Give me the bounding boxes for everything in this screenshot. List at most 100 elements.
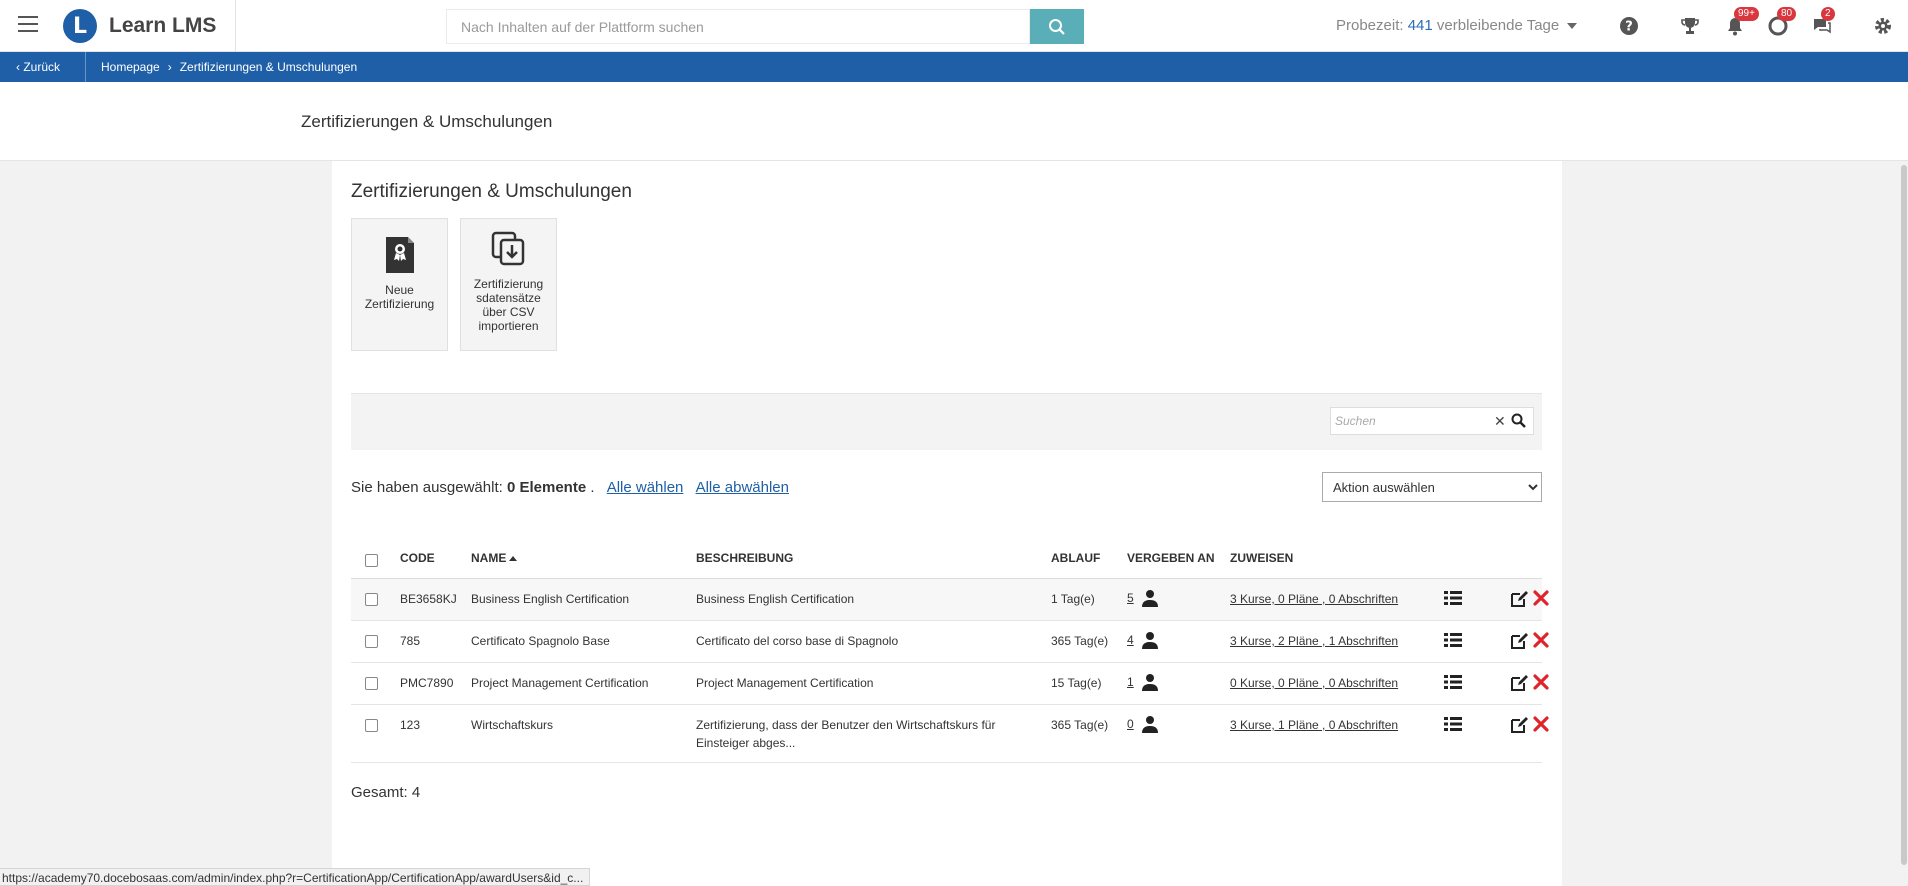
breadcrumb-current: Zertifizierungen & Umschulungen bbox=[179, 60, 358, 74]
cell-description: Certificato del corso base di Spagnolo bbox=[696, 634, 899, 648]
cell-assign: 3 Kurse, 1 Pläne , 0 Abschriften bbox=[1230, 718, 1398, 732]
cell-expiry: 365 Tag(e) bbox=[1051, 634, 1109, 648]
col-awarded: VERGEBEN AN bbox=[1127, 551, 1215, 565]
table-header: CODE NAME BESCHREIBUNG ABLAUF VERGEBEN A… bbox=[351, 539, 1542, 579]
assign-link[interactable]: 3 Kurse, 2 Pläne , 1 Abschriften bbox=[1230, 634, 1398, 648]
col-name-label: NAME bbox=[471, 551, 507, 565]
assign-link[interactable]: 0 Kurse, 0 Pläne , 0 Abschriften bbox=[1230, 676, 1398, 690]
chat-badge: 2 bbox=[1821, 7, 1835, 21]
gear-icon[interactable] bbox=[1872, 15, 1894, 37]
awarded-count-link[interactable]: 5 bbox=[1127, 591, 1134, 605]
delete-icon[interactable] bbox=[1533, 716, 1549, 735]
delete-icon[interactable] bbox=[1533, 590, 1549, 609]
table-row: 785 Certificato Spagnolo Base Certificato … bbox=[351, 621, 1549, 663]
scrollbar-thumb[interactable] bbox=[1901, 165, 1907, 865]
filter-bar: ✕ bbox=[351, 393, 1542, 450]
app-logo[interactable]: L Learn LMS bbox=[63, 9, 216, 43]
cell-name: Project Management Certification bbox=[471, 676, 649, 690]
certifications-table: CODE NAME BESCHREIBUNG ABLAUF VERGEBEN A… bbox=[351, 539, 1549, 763]
new-certification-button[interactable]: Neue Zertifizierung bbox=[351, 218, 448, 351]
assign-link[interactable]: 3 Kurse, 0 Pläne , 0 Abschriften bbox=[1230, 592, 1398, 606]
select-all-checkbox[interactable] bbox=[365, 554, 378, 567]
action-select[interactable]: Aktion auswählen bbox=[1322, 472, 1542, 502]
back-link[interactable]: ‹ Zurück bbox=[16, 60, 60, 74]
selection-prefix: Sie haben ausgewählt: bbox=[351, 479, 503, 496]
cell-awarded: 0 bbox=[1127, 715, 1158, 733]
table-search-input[interactable] bbox=[1331, 408, 1491, 434]
row-checkbox[interactable] bbox=[365, 635, 378, 648]
import-icon bbox=[489, 229, 529, 269]
awarded-count-link[interactable]: 4 bbox=[1127, 633, 1134, 647]
cell-awarded: 4 bbox=[1127, 631, 1158, 649]
delete-icon[interactable] bbox=[1533, 632, 1549, 651]
search-icon bbox=[1049, 18, 1065, 35]
breadcrumb-bar: ‹ Zurück Homepage › Zertifizierungen & Ums… bbox=[0, 52, 1908, 82]
cell-description: Project Management Certification bbox=[696, 676, 874, 690]
list-icon[interactable] bbox=[1444, 675, 1462, 692]
chevron-right-icon: › bbox=[167, 60, 172, 74]
chat-icon[interactable]: 2 bbox=[1811, 7, 1835, 37]
trial-prefix: Probezeit: bbox=[1336, 17, 1404, 34]
scrollbar[interactable] bbox=[1900, 161, 1908, 886]
edit-icon[interactable] bbox=[1510, 632, 1528, 653]
user-icon[interactable] bbox=[1141, 715, 1158, 733]
delete-icon[interactable] bbox=[1533, 674, 1549, 693]
user-icon[interactable] bbox=[1141, 673, 1158, 691]
list-icon[interactable] bbox=[1444, 717, 1462, 734]
import-csv-button[interactable]: Zertifizierung sdatensätze über CSV impo… bbox=[460, 218, 557, 351]
sort-asc-icon bbox=[509, 556, 518, 562]
edit-icon[interactable] bbox=[1510, 716, 1528, 737]
table-row: BE3658KJ Business English Certification Bu… bbox=[351, 579, 1549, 621]
cell-code: PMC7890 bbox=[400, 676, 454, 690]
row-checkbox[interactable] bbox=[365, 719, 378, 732]
col-name[interactable]: NAME bbox=[471, 551, 518, 565]
global-search-input[interactable] bbox=[447, 10, 1029, 43]
col-code: CODE bbox=[400, 551, 435, 565]
user-icon[interactable] bbox=[1141, 589, 1158, 607]
certificate-icon bbox=[380, 235, 420, 275]
menu-icon[interactable] bbox=[18, 16, 38, 34]
messages-badge: 80 bbox=[1777, 7, 1797, 21]
trial-suffix: verbleibende Tage bbox=[1436, 17, 1560, 34]
edit-icon[interactable] bbox=[1510, 590, 1528, 611]
cell-awarded: 5 bbox=[1127, 589, 1158, 607]
breadcrumb-home[interactable]: Homepage bbox=[101, 60, 160, 74]
assign-link[interactable]: 3 Kurse, 1 Pläne , 0 Abschriften bbox=[1230, 718, 1398, 732]
notifications-badge: 99+ bbox=[1734, 7, 1759, 21]
caret-down-icon bbox=[1567, 23, 1578, 30]
cell-expiry: 15 Tag(e) bbox=[1051, 676, 1102, 690]
help-icon[interactable]: ? bbox=[1618, 15, 1640, 37]
status-url: https://academy70.docebosaas.com/admin/i… bbox=[0, 868, 591, 886]
row-checkbox[interactable] bbox=[365, 677, 378, 690]
cell-code: 123 bbox=[400, 718, 421, 732]
cell-assign: 0 Kurse, 0 Pläne , 0 Abschriften bbox=[1230, 676, 1398, 690]
cell-expiry: 1 Tag(e) bbox=[1051, 592, 1095, 606]
select-all-link[interactable]: Alle wählen bbox=[607, 479, 684, 496]
selection-summary: Sie haben ausgewählt: 0 Elemente . Alle … bbox=[351, 479, 789, 496]
top-bar: L Learn LMS Probezeit: 441 verbleibende … bbox=[0, 0, 1908, 52]
messages-icon[interactable]: 80 bbox=[1767, 7, 1797, 37]
search-button[interactable] bbox=[1030, 9, 1084, 44]
list-icon[interactable] bbox=[1444, 591, 1462, 608]
notifications-icon[interactable]: 99+ bbox=[1724, 7, 1759, 37]
search-icon[interactable] bbox=[1511, 413, 1526, 433]
cell-assign: 3 Kurse, 0 Pläne , 0 Abschriften bbox=[1230, 592, 1398, 606]
cell-description: Zertifizierung, dass der Benutzer den Wi… bbox=[696, 718, 996, 750]
awarded-count-link[interactable]: 1 bbox=[1127, 675, 1134, 689]
trophy-icon[interactable] bbox=[1679, 15, 1701, 37]
logo-icon: L bbox=[63, 9, 97, 43]
clear-icon[interactable]: ✕ bbox=[1494, 413, 1506, 430]
global-search bbox=[446, 9, 1030, 44]
edit-icon[interactable] bbox=[1510, 674, 1528, 695]
page-header: Zertifizierungen & Umschulungen bbox=[0, 82, 1908, 161]
awarded-count-link[interactable]: 0 bbox=[1127, 717, 1134, 731]
selection-count: 0 Elemente bbox=[506, 479, 587, 496]
list-icon[interactable] bbox=[1444, 633, 1462, 650]
user-icon[interactable] bbox=[1141, 631, 1158, 649]
page-title: Zertifizierungen & Umschulungen bbox=[301, 112, 553, 131]
col-description: BESCHREIBUNG bbox=[696, 551, 794, 565]
cell-description: Business English Certification bbox=[696, 592, 855, 606]
row-checkbox[interactable] bbox=[365, 593, 378, 606]
trial-dropdown[interactable]: Probezeit: 441 verbleibende Tage bbox=[1336, 17, 1578, 34]
deselect-all-link[interactable]: Alle abwählen bbox=[696, 479, 789, 496]
